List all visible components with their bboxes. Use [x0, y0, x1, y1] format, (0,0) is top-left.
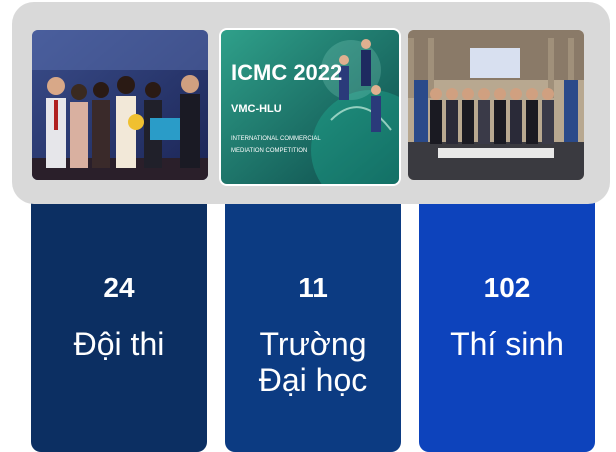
stat-value: 24 [103, 272, 135, 303]
stat-label-line: Đại học [258, 362, 368, 398]
stat-label: Thí sinh [419, 326, 595, 362]
stat-label-line: Trường [259, 326, 367, 362]
banner-caption-line2: MEDIATION COMPETITION [231, 148, 307, 154]
stat-value: 11 [298, 272, 328, 303]
stat-value: 102 [483, 272, 531, 303]
stat-label-line: Thí sinh [450, 326, 564, 362]
stat-card-teams: 24 Đội thi [31, 196, 207, 452]
stat-card-universities: 11 Trường Đại học [225, 196, 401, 452]
photo-gallery: ICMC 2022 VMC-HLU INTERNATIONAL COMMERCI… [12, 2, 610, 204]
banner-subtitle: VMC-HLU [231, 103, 282, 115]
stat-label: Đội thi [31, 326, 207, 362]
icmc-banner-image[interactable]: ICMC 2022 VMC-HLU INTERNATIONAL COMMERCI… [219, 28, 401, 186]
award-ceremony-photo[interactable] [32, 30, 208, 180]
stat-card-contestants: 102 Thí sinh [419, 196, 595, 452]
stat-label-line: Đội thi [73, 326, 165, 362]
stat-label: Trường Đại học [225, 326, 401, 398]
banner-caption-line1: INTERNATIONAL COMMERCIAL [231, 136, 321, 142]
group-photo[interactable] [408, 30, 584, 180]
banner-logo-text: ICMC 2022 [231, 60, 342, 85]
